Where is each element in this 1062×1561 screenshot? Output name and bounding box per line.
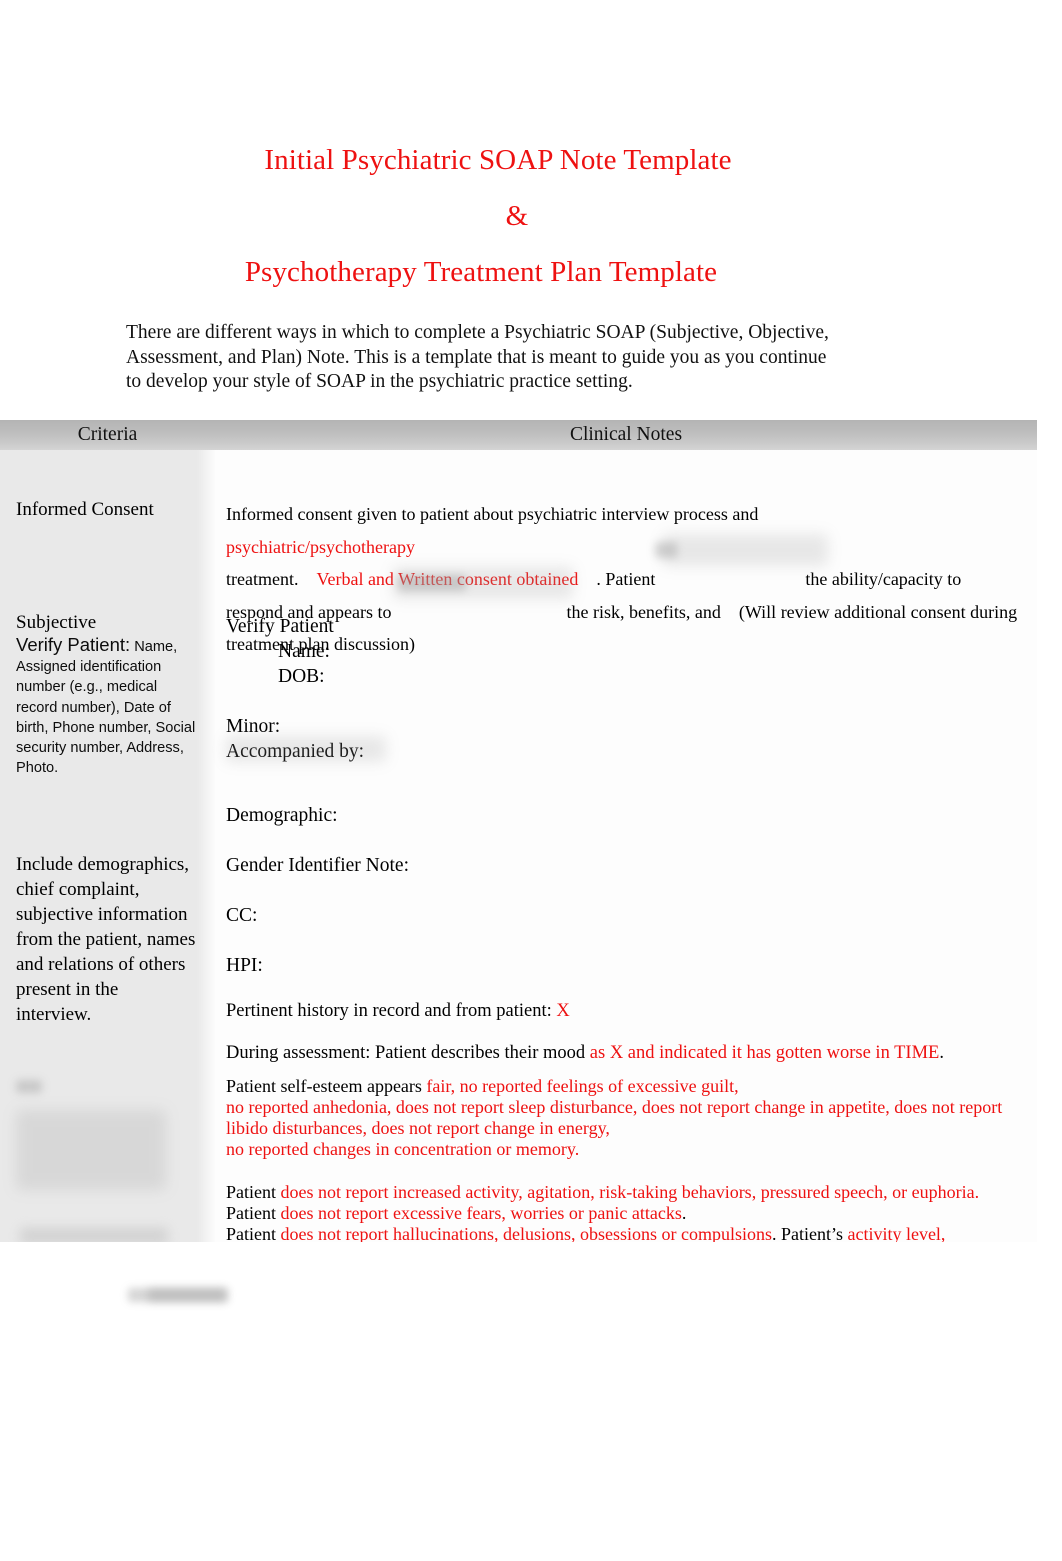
- demographic-block: Demographic: Gender Identifier Note: CC:…: [226, 791, 409, 991]
- consent-text-7: (Will review additional consent during: [738, 601, 1018, 622]
- pertinent-history-value: X: [556, 1001, 570, 1021]
- during-assessment-value: as X and indicated it has gotten worse i…: [589, 1043, 940, 1063]
- during-assessment-line: During assessment: Patient describes the…: [226, 1032, 1026, 1074]
- self-esteem-text: Patient self-esteem appears: [226, 1076, 427, 1096]
- self-esteem-value-3: no reported changes in concentration or …: [226, 1139, 580, 1159]
- symptom-line-2-text: Patient: [226, 1203, 281, 1223]
- symptom-line-3-value: does not report hallucinations, delusion…: [280, 1224, 772, 1242]
- criteria-subjective: Subjective: [16, 612, 97, 633]
- document-title-block: Initial Psychiatric SOAP Note Template &…: [0, 132, 1062, 300]
- self-esteem-value-1: fair, no reported feelings of excessive …: [426, 1076, 739, 1096]
- symptom-review-block: Patient does not report increased activi…: [226, 1182, 1026, 1242]
- criteria-include-note: Include demographics, chief complaint, s…: [16, 854, 196, 1025]
- consent-text-4: the ability/capacity to: [805, 569, 962, 589]
- criteria-verify-patient-label: Verify Patient:: [16, 634, 131, 655]
- symptom-line-2-value: does not report excessive fears, worries…: [280, 1203, 682, 1223]
- redacted-consent-field-4: [393, 567, 573, 599]
- gender-identifier-label: Gender Identifier Note:: [226, 855, 410, 876]
- symptom-line-3-value-2: activity level,: [847, 1224, 946, 1242]
- criteria-informed-consent: Informed Consent: [16, 499, 154, 520]
- consent-text-2: treatment.: [226, 569, 299, 589]
- column-header-criteria: Criteria: [77, 424, 138, 445]
- consent-red-1: psychiatric/psychotherapy: [226, 536, 415, 557]
- page-subtitle: Psychotherapy Treatment Plan Template: [244, 256, 718, 288]
- symptom-line-3-mid: . Patient’s: [771, 1224, 848, 1242]
- symptom-line-2: Patient does not report excessive fears,…: [226, 1203, 1026, 1224]
- document-page: Initial Psychiatric SOAP Note Template &…: [0, 0, 1062, 1561]
- criteria-column: Informed Consent Subjective Verify Patie…: [0, 450, 215, 1242]
- intro-paragraph: There are different ways in which to com…: [126, 322, 829, 393]
- criteria-verify-patient: Verify Patient: Name, Assigned identific…: [16, 634, 202, 778]
- cc-label: CC:: [226, 905, 258, 926]
- title-ampersand: &: [505, 200, 529, 232]
- column-header-clinical-notes: Clinical Notes: [569, 424, 683, 445]
- symptom-line-1-value: does not report increased activity, agit…: [280, 1182, 980, 1202]
- patient-dob-label: DOB:: [278, 666, 325, 687]
- criteria-verify-patient-detail: Name, Assigned identification number (e.…: [16, 639, 196, 777]
- during-assessment-text: During assessment: Patient describes the…: [226, 1043, 590, 1063]
- consent-text-1: Informed consent given to patient about …: [226, 504, 759, 524]
- symptom-line-3: Patient does not report hallucinations, …: [226, 1224, 1026, 1242]
- self-esteem-value-2: no reported anhedonia, does not report s…: [226, 1097, 1003, 1138]
- table-header-row: Criteria Clinical Notes: [0, 420, 1037, 450]
- hpi-label: HPI:: [226, 955, 263, 976]
- redacted-block-3: [20, 1228, 168, 1242]
- redacted-consent-field-2: [663, 534, 828, 566]
- clinical-notes-column: Informed consent given to patient about …: [215, 450, 1037, 1242]
- redacted-accompanied-field: [226, 736, 386, 762]
- patient-name-label: Name:: [278, 641, 330, 662]
- symptom-line-1-text: Patient: [226, 1182, 281, 1202]
- symptom-line-1: Patient does not report increased activi…: [226, 1182, 1026, 1203]
- redacted-footer-text-2: [148, 1288, 226, 1302]
- symptom-line-3-text: Patient: [226, 1224, 281, 1242]
- pertinent-history-line: Pertinent history in record and from pat…: [226, 990, 1026, 1032]
- redacted-block-2: [16, 1110, 166, 1190]
- during-assessment-period: .: [939, 1043, 944, 1063]
- verify-patient-heading: Verify Patient: [226, 616, 334, 637]
- page-title: Initial Psychiatric SOAP Note Template: [264, 144, 732, 176]
- consent-text-6: the risk, benefits, and: [566, 601, 721, 622]
- pertinent-history-text: Pertinent history in record and from pat…: [226, 1001, 557, 1021]
- demographic-label: Demographic:: [226, 805, 338, 826]
- self-esteem-block: Patient self-esteem appears fair, no rep…: [226, 1076, 1026, 1160]
- informed-consent-note: Informed consent given to patient about …: [226, 498, 1026, 661]
- verify-patient-block: Verify Patient Name: DOB:: [226, 614, 334, 689]
- symptom-line-2-period: .: [681, 1203, 687, 1223]
- soap-note-table: Criteria Clinical Notes Informed Consent…: [0, 420, 1037, 1242]
- consent-text-3: . Patient: [596, 569, 656, 589]
- redacted-block-1: [16, 1080, 42, 1093]
- history-block: Pertinent history in record and from pat…: [226, 990, 1026, 1074]
